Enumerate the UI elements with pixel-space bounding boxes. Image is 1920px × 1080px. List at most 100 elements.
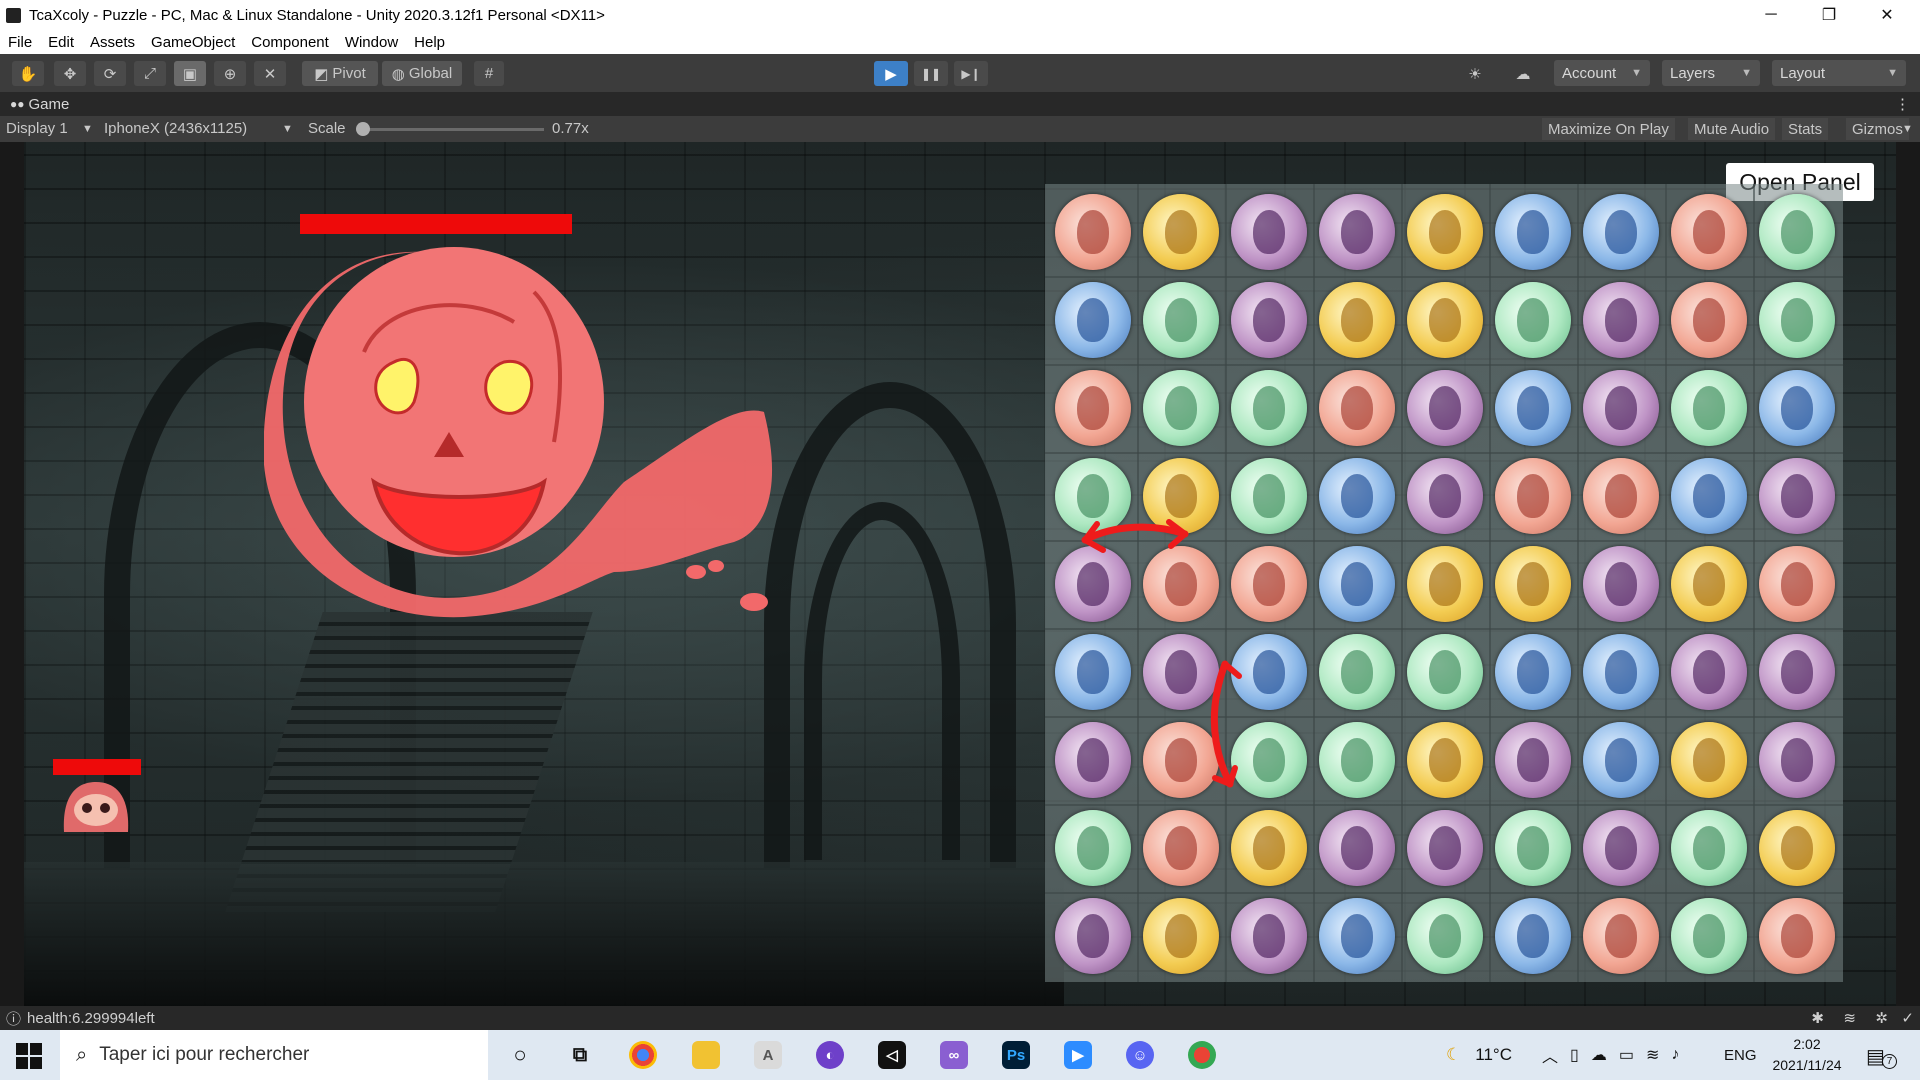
gem-blue[interactable] <box>1671 458 1747 534</box>
rect-tool-icon[interactable]: ▣ <box>174 61 206 86</box>
volume-icon[interactable]: ♪ <box>1671 1046 1679 1064</box>
step-button[interactable]: ▶❙ <box>954 61 988 86</box>
bug-icon[interactable]: ✱ <box>1811 1009 1824 1027</box>
layout-dropdown[interactable]: Layout ▼ <box>1772 60 1906 86</box>
visual-studio-icon[interactable]: ∞ <box>940 1041 968 1069</box>
gem-red[interactable] <box>1055 194 1131 270</box>
gem-green[interactable] <box>1231 722 1307 798</box>
gem-blue[interactable] <box>1583 722 1659 798</box>
github-desktop-icon[interactable]: ◐ <box>816 1041 844 1069</box>
gem-blue[interactable] <box>1495 370 1571 446</box>
gem-green[interactable] <box>1495 282 1571 358</box>
gem-green[interactable] <box>1407 634 1483 710</box>
maximize-button[interactable]: ❐ <box>1806 0 1852 30</box>
play-button[interactable]: ▶ <box>874 61 908 86</box>
gem-blue[interactable] <box>1319 458 1395 534</box>
hand-tool-icon[interactable]: ✋ <box>12 61 44 86</box>
mute-audio-toggle[interactable]: Mute Audio <box>1688 118 1776 140</box>
layers-icon[interactable]: ≋ <box>1843 1009 1856 1027</box>
gem-purple[interactable] <box>1583 810 1659 886</box>
menu-edit[interactable]: Edit <box>40 34 82 51</box>
gem-green[interactable] <box>1231 370 1307 446</box>
gem-purple[interactable] <box>1319 194 1395 270</box>
gem-green[interactable] <box>1671 810 1747 886</box>
menu-window[interactable]: Window <box>337 34 406 51</box>
gem-red[interactable] <box>1319 370 1395 446</box>
rotate-tool-icon[interactable]: ⟳ <box>94 61 126 86</box>
gem-purple[interactable] <box>1583 370 1659 446</box>
gem-purple[interactable] <box>1055 722 1131 798</box>
layers-dropdown[interactable]: Layers ▼ <box>1662 60 1760 86</box>
resolution-select[interactable]: IphoneX (2436x1125) <box>104 120 247 137</box>
scale-slider-track[interactable] <box>362 128 544 131</box>
close-button[interactable]: ✕ <box>1864 0 1910 30</box>
gem-purple[interactable] <box>1407 370 1483 446</box>
gem-red[interactable] <box>1055 370 1131 446</box>
gem-red[interactable] <box>1495 458 1571 534</box>
gem-purple[interactable] <box>1231 282 1307 358</box>
gem-blue[interactable] <box>1055 282 1131 358</box>
pivot-toggle[interactable]: ◩ Pivot <box>302 61 378 86</box>
pause-button[interactable]: ❚❚ <box>914 61 948 86</box>
gem-purple[interactable] <box>1231 194 1307 270</box>
stats-toggle[interactable]: Stats <box>1782 118 1829 140</box>
gem-green[interactable] <box>1671 898 1747 974</box>
gem-green[interactable] <box>1319 634 1395 710</box>
gem-purple[interactable] <box>1759 458 1835 534</box>
gem-green[interactable] <box>1759 282 1835 358</box>
gem-red[interactable] <box>1143 810 1219 886</box>
battery-icon[interactable]: ▭ <box>1619 1045 1634 1065</box>
tab-game[interactable]: Game <box>29 96 70 113</box>
check-icon[interactable]: ✓ <box>1901 1009 1914 1027</box>
gem-purple[interactable] <box>1671 634 1747 710</box>
gem-green[interactable] <box>1055 810 1131 886</box>
gem-purple[interactable] <box>1319 810 1395 886</box>
gem-red[interactable] <box>1583 898 1659 974</box>
tablet-icon[interactable]: ▯ <box>1570 1045 1579 1065</box>
gem-yellow[interactable] <box>1143 458 1219 534</box>
photoshop-icon[interactable]: Ps <box>1002 1041 1030 1069</box>
gem-blue[interactable] <box>1319 898 1395 974</box>
gem-purple[interactable] <box>1407 458 1483 534</box>
gem-purple[interactable] <box>1407 810 1483 886</box>
gem-purple[interactable] <box>1231 898 1307 974</box>
gem-yellow[interactable] <box>1407 546 1483 622</box>
global-toggle[interactable]: ◍ Global <box>382 61 462 86</box>
gem-red[interactable] <box>1671 282 1747 358</box>
display-select[interactable]: Display 1 <box>6 120 68 137</box>
menu-help[interactable]: Help <box>406 34 453 51</box>
move-tool-icon[interactable]: ✥ <box>54 61 86 86</box>
gem-green[interactable] <box>1055 458 1131 534</box>
gem-blue[interactable] <box>1495 898 1571 974</box>
gem-purple[interactable] <box>1583 282 1659 358</box>
more-options-icon[interactable]: ⋮ <box>1895 95 1910 113</box>
gem-red[interactable] <box>1231 546 1307 622</box>
minimize-button[interactable]: ─ <box>1748 0 1794 30</box>
gem-green[interactable] <box>1407 898 1483 974</box>
menu-file[interactable]: File <box>0 34 40 51</box>
gem-blue[interactable] <box>1583 634 1659 710</box>
file-explorer-icon[interactable] <box>692 1041 720 1069</box>
cortana-icon[interactable]: ○ <box>506 1041 534 1069</box>
gem-green[interactable] <box>1759 194 1835 270</box>
gem-purple[interactable] <box>1055 546 1131 622</box>
gem-yellow[interactable] <box>1319 282 1395 358</box>
grid-snap-icon[interactable]: # <box>474 61 504 86</box>
onedrive-icon[interactable]: ☁ <box>1591 1045 1607 1065</box>
gem-yellow[interactable] <box>1759 810 1835 886</box>
gem-red[interactable] <box>1759 546 1835 622</box>
gem-blue[interactable] <box>1583 194 1659 270</box>
gem-red[interactable] <box>1583 458 1659 534</box>
gem-green[interactable] <box>1671 370 1747 446</box>
gem-purple[interactable] <box>1759 634 1835 710</box>
gem-blue[interactable] <box>1055 634 1131 710</box>
gem-blue[interactable] <box>1759 370 1835 446</box>
zoom-icon[interactable]: ▶ <box>1064 1041 1092 1069</box>
inkscape-icon[interactable]: A <box>754 1041 782 1069</box>
gizmos-toggle[interactable]: Gizmos <box>1846 118 1909 140</box>
console-message[interactable]: health:6.299994left <box>27 1010 155 1027</box>
gem-yellow[interactable] <box>1407 194 1483 270</box>
menu-assets[interactable]: Assets <box>82 34 143 51</box>
gem-yellow[interactable] <box>1407 282 1483 358</box>
cloud-icon[interactable]: ☁ <box>1508 61 1538 86</box>
